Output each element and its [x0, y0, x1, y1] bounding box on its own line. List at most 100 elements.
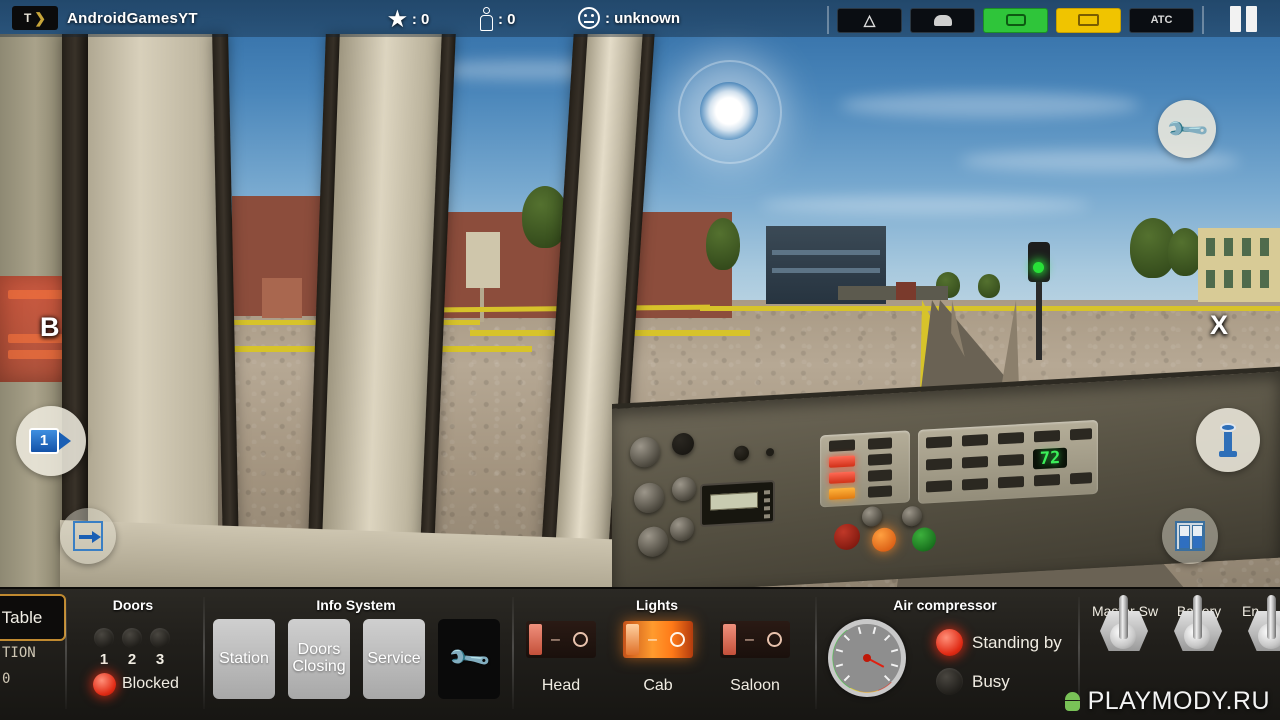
pause-bar	[1245, 6, 1257, 32]
panel-divider	[815, 597, 817, 709]
light-saloon-switch[interactable]: –	[720, 621, 790, 658]
air-compressor-group-title: Air compressor	[893, 597, 997, 613]
switch-lever[interactable]	[1119, 595, 1128, 639]
info-wrench-button[interactable]: 🔧	[438, 619, 500, 699]
atc-button[interactable]: ATC	[1129, 7, 1194, 33]
light-cab-switch[interactable]: –	[623, 621, 693, 658]
info-service-button[interactable]: Service	[363, 619, 425, 699]
console-radio-unit[interactable]	[700, 479, 775, 528]
rocker-off-mark: –	[648, 630, 657, 648]
table-button[interactable]: Table	[0, 594, 66, 641]
window	[1206, 238, 1215, 256]
panel-divider	[512, 597, 514, 709]
camera-view-button[interactable]: 1	[16, 406, 86, 476]
console-red-button[interactable]	[834, 523, 860, 551]
billboard-post	[480, 288, 484, 322]
signal-green-lamp	[1033, 262, 1044, 273]
brand: T ❯ AndroidGamesYT	[12, 6, 198, 30]
light-head-switch[interactable]: –	[526, 621, 596, 658]
brand-logo-chevron: ❯	[34, 9, 47, 26]
toolbar-divider	[1202, 6, 1204, 34]
simulation-viewport: 72	[0, 0, 1280, 595]
brand-logo-letter: T	[23, 11, 32, 25]
compressor-busy-lamp	[936, 668, 963, 695]
console-button[interactable]	[672, 432, 694, 456]
console-knob[interactable]	[672, 476, 696, 502]
stat-passengers: : 0	[480, 7, 516, 31]
console-knob[interactable]	[634, 482, 664, 514]
door-lamp-1[interactable]	[94, 628, 114, 648]
watermark: PLAYMODY.RU	[1064, 687, 1270, 716]
console-lcd	[710, 491, 758, 511]
train-doors-icon	[1175, 521, 1205, 551]
window	[1260, 270, 1269, 288]
throttle-marker[interactable]: X	[1210, 310, 1228, 341]
console-knob[interactable]	[902, 505, 922, 527]
exit-cab-button[interactable]	[60, 508, 116, 564]
brake-marker[interactable]: B	[40, 312, 60, 343]
info-station-button[interactable]: Station	[213, 619, 275, 699]
tree	[1168, 228, 1202, 276]
pantograph-icon	[1005, 14, 1026, 26]
console-orange-button[interactable]	[872, 527, 896, 553]
door-lamp-3[interactable]	[150, 628, 170, 648]
indicator-lamp-red	[829, 455, 855, 468]
battery-switch[interactable]	[1172, 595, 1224, 651]
engine-switch[interactable]	[1246, 595, 1280, 651]
exit-door-icon	[73, 521, 103, 551]
passenger-icon	[480, 7, 493, 31]
pause-button[interactable]	[1226, 6, 1260, 32]
battery-icon	[1078, 14, 1099, 26]
wrench-icon: 🔧	[445, 635, 493, 682]
toolbar-divider	[827, 6, 829, 34]
settings-wrench-button[interactable]: 🔧	[1158, 100, 1216, 158]
console-knob[interactable]	[862, 505, 882, 528]
console-knob[interactable]	[670, 516, 694, 542]
door-label-2: 2	[127, 651, 137, 668]
pantograph-button[interactable]	[983, 7, 1048, 33]
cloud	[840, 92, 1140, 118]
speed-display: 72	[1033, 447, 1067, 470]
indicator-lamp-red	[829, 471, 855, 484]
door-lamp-2[interactable]	[122, 628, 142, 648]
indicator-lamp-orange	[829, 487, 855, 500]
rocker-tab	[626, 624, 639, 655]
switch-lever[interactable]	[1193, 595, 1202, 639]
door-label-1: 1	[99, 651, 109, 668]
warning-button[interactable]: △	[837, 7, 902, 33]
tree	[706, 218, 740, 270]
game-screen: 72 T ❯ AndroidGamesYT ★ : 0 : 0: unknow…	[0, 0, 1280, 720]
brand-logo-icon: T ❯	[12, 6, 58, 30]
info-system-group-title: Info System	[316, 597, 396, 613]
light-cab-label: Cab	[643, 677, 673, 694]
sander-button[interactable]	[910, 7, 975, 33]
horn-button[interactable]	[1196, 408, 1260, 472]
doors-group-title: Doors	[112, 597, 154, 613]
rocker-off-mark: –	[745, 630, 754, 648]
horn-lever-icon	[1217, 423, 1239, 457]
battery-button[interactable]	[1056, 7, 1121, 33]
info-doors-closing-button[interactable]: Doors Closing	[288, 619, 350, 699]
console-green-button[interactable]	[912, 526, 936, 553]
stat-mood: : unknown	[578, 7, 680, 29]
panel-divider	[65, 597, 67, 709]
sun	[700, 82, 758, 140]
stat-rating-value: : 0	[411, 11, 430, 28]
watermark-text: PLAYMODY.RU	[1087, 687, 1270, 715]
master-switch[interactable]	[1098, 595, 1150, 651]
brick-detail	[262, 278, 302, 318]
billboard	[466, 232, 500, 288]
window	[1260, 238, 1269, 256]
sander-icon	[933, 14, 952, 26]
panel-divider	[203, 597, 205, 709]
console-knob[interactable]	[630, 436, 660, 468]
console-button[interactable]	[734, 445, 749, 462]
console-knob[interactable]	[638, 525, 668, 558]
bottom-control-panel: Table TION 0 Doors 1 2 3 Blocked Info Sy…	[0, 587, 1280, 720]
window	[1206, 270, 1215, 288]
top-status-bar: T ❯ AndroidGamesYT ★ : 0 : 0 : unknown △…	[0, 0, 1280, 37]
doors-button[interactable]	[1162, 508, 1218, 564]
window	[1242, 270, 1251, 288]
tree	[978, 274, 1000, 298]
switch-lever[interactable]	[1267, 595, 1276, 639]
